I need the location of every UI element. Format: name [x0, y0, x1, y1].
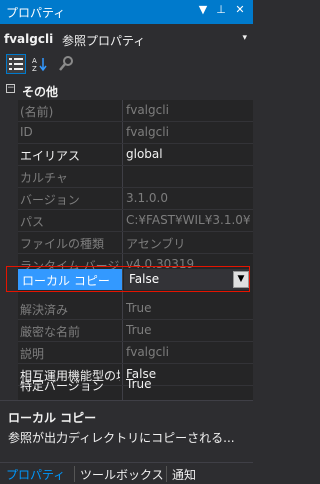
category-header[interactable]: − その他 — [0, 80, 253, 100]
tool-window-tabs: プロパティ ツールボックス 通知 — [0, 462, 253, 484]
property-name: バージョン — [20, 193, 80, 207]
pin-icon[interactable]: ⊥ — [214, 3, 228, 19]
property-name: (名前) — [20, 105, 54, 119]
property-value[interactable]: True — [126, 377, 252, 391]
property-row[interactable]: バージョン 3.1.0.0 — [0, 188, 253, 209]
tab-notifications[interactable]: 通知 — [172, 466, 196, 483]
property-value: 3.1.0.0 — [126, 191, 168, 205]
description-text: 参照が出力ディレクトリにコピーされる... — [8, 431, 235, 445]
collapse-toggle[interactable]: − — [6, 84, 15, 93]
property-value: アセンブリ — [126, 237, 186, 251]
window-menu-dropdown-icon[interactable]: ▼ — [196, 3, 210, 19]
highlight-box — [6, 266, 250, 292]
property-pages-button[interactable] — [56, 54, 76, 74]
tab-separator — [166, 466, 167, 482]
categorized-icon — [9, 58, 23, 70]
window-title: プロパティ — [6, 6, 66, 20]
property-row[interactable]: ID fvalgcli — [0, 122, 253, 143]
property-row[interactable]: カルチャ — [0, 166, 253, 187]
wrench-icon — [59, 56, 73, 71]
property-name: ID — [20, 125, 33, 139]
categorized-button[interactable] — [6, 54, 26, 74]
object-name: fvalgcli — [4, 32, 54, 46]
property-value: True — [126, 301, 152, 315]
property-name: 説明 — [20, 347, 45, 361]
tab-properties[interactable]: プロパティ — [6, 466, 65, 483]
property-row[interactable]: 厳密な名前 True — [0, 320, 253, 341]
property-name: カルチャ — [20, 171, 68, 185]
alphabetical-button[interactable]: A Z — [30, 54, 50, 74]
property-name: 厳密な名前 — [20, 325, 81, 339]
property-value: True — [126, 323, 152, 337]
description-pane: ローカル コピー 参照が出力ディレクトリにコピーされる... — [0, 400, 253, 460]
property-value[interactable]: global — [126, 147, 252, 161]
tab-separator — [74, 466, 75, 482]
description-title: ローカル コピー — [8, 411, 97, 425]
property-row[interactable]: エイリアス global — [0, 144, 253, 165]
object-selector[interactable]: fvalgcli 参照プロパティ ▾ — [0, 26, 253, 52]
property-grid: − その他 (名前) fvalgcli ID fvalgcli エイリアス gl… — [0, 80, 253, 400]
property-row[interactable]: (名前) fvalgcli — [0, 100, 253, 121]
category-label: その他 — [22, 85, 59, 99]
property-row[interactable]: パス C:¥FAST¥WIL¥3.1.0¥ — [0, 210, 253, 231]
property-name: ファイルの種類 — [20, 237, 105, 251]
property-value: fvalgcli — [126, 103, 169, 117]
chevron-down-icon[interactable]: ▾ — [242, 33, 247, 43]
toolbar: A Z — [0, 52, 253, 78]
property-row[interactable]: 特定バージョン True — [0, 374, 253, 395]
property-name: 解決済み — [20, 303, 69, 317]
close-icon[interactable]: ✕ — [233, 3, 247, 19]
svg-text:Z: Z — [32, 65, 37, 73]
property-row[interactable]: ファイルの種類 アセンブリ — [0, 232, 253, 253]
svg-text:A: A — [32, 57, 37, 65]
property-name: パス — [20, 215, 45, 229]
title-bar: プロパティ ▼ ⊥ ✕ — [0, 0, 253, 24]
tab-toolbox[interactable]: ツールボックス — [80, 466, 164, 483]
alphabetical-icon: A Z — [32, 57, 47, 73]
property-value: fvalgcli — [126, 345, 169, 359]
property-row[interactable]: 解決済み True — [0, 298, 253, 319]
property-value: fvalgcli — [126, 125, 169, 139]
property-row[interactable]: 説明 fvalgcli — [0, 342, 253, 363]
property-name: エイリアス — [20, 149, 81, 163]
object-type: 参照プロパティ — [62, 34, 146, 48]
property-name: 特定バージョン — [20, 379, 104, 393]
property-value: C:¥FAST¥WIL¥3.1.0¥ — [126, 213, 251, 227]
